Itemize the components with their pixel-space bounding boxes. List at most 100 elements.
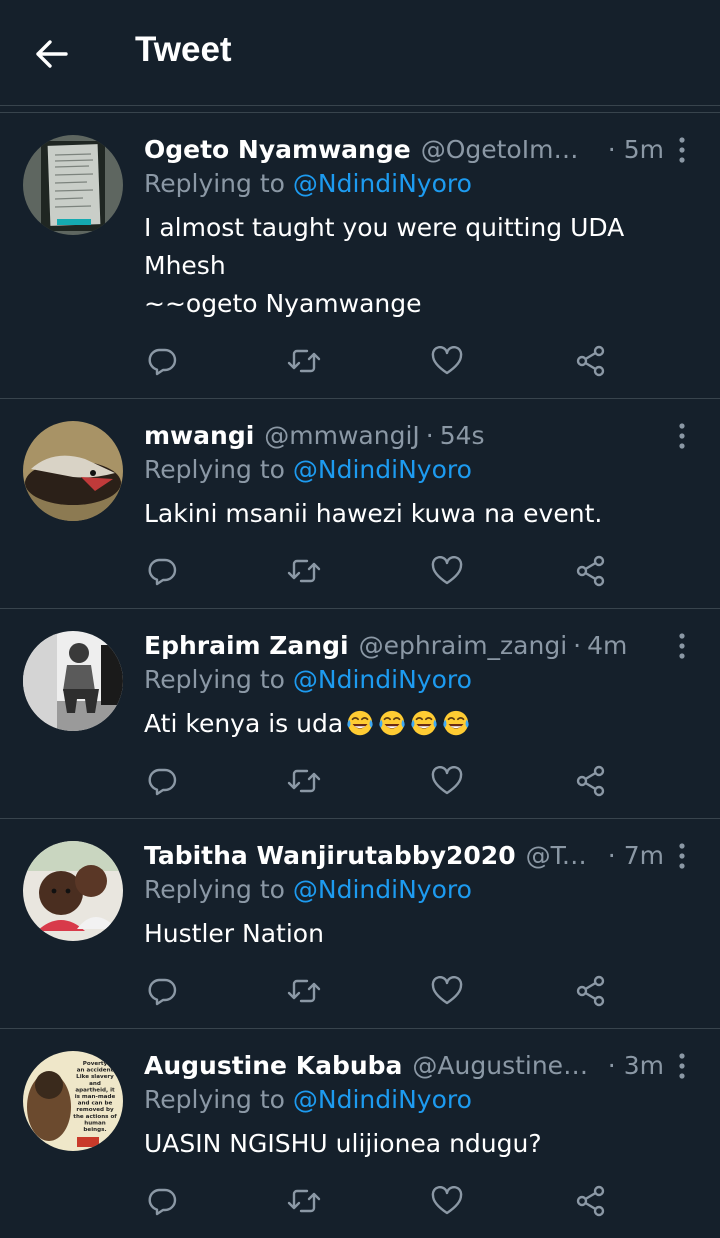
user-handle[interactable]: @Tab... — [526, 841, 598, 870]
user-handle[interactable]: @AugustineK... — [412, 1051, 597, 1080]
avatar[interactable] — [23, 135, 123, 235]
tweet-header: mwangi @mmwangiJ · 54s — [144, 417, 664, 453]
page-title: Tweet — [135, 30, 232, 69]
tweet-header: Ogeto Nyamwange @OgetoImma... · 5m — [144, 131, 664, 167]
retweet-icon — [287, 1189, 321, 1213]
tweet-header: Tabitha Wanjirutabby2020 @Tab... · 7m — [144, 837, 664, 873]
replying-to-label: Replying to — [144, 665, 293, 694]
more-options-icon[interactable] — [674, 1051, 690, 1081]
timestamp[interactable]: 3m — [624, 1051, 664, 1080]
share-button[interactable] — [571, 551, 611, 591]
avatar-caption-line: the actions of — [73, 1114, 117, 1120]
avatar[interactable] — [23, 841, 123, 941]
avatar-caption-line: an accident — [77, 1068, 114, 1074]
retweet-icon — [287, 559, 321, 583]
tweet-actions — [0, 971, 720, 1011]
timestamp[interactable]: 54s — [440, 421, 485, 450]
more-options-icon[interactable] — [674, 421, 690, 451]
reply-button[interactable] — [142, 1181, 182, 1221]
retweet-icon — [287, 979, 321, 1003]
user-name[interactable]: Augustine Kabuba — [144, 1051, 402, 1080]
timestamp[interactable]: 7m — [624, 841, 664, 870]
like-icon — [431, 766, 463, 795]
retweet-icon — [287, 349, 321, 373]
user-name[interactable]: mwangi — [144, 421, 254, 450]
tweet-actions — [0, 341, 720, 381]
like-button[interactable] — [427, 341, 467, 381]
separator-dot: · — [607, 134, 616, 164]
avatar[interactable]: Poverty an accident Like slavery and aparthe… — [23, 1051, 123, 1151]
tweet-text: Lakini msanii hawezi kuwa na event. — [144, 499, 603, 528]
tweet-item[interactable]: Ephraim Zangi @ephraim_zangi · 4m Replyi… — [0, 608, 720, 818]
mention-link[interactable]: @NdindiNyoro — [293, 1085, 472, 1114]
reply-button[interactable] — [142, 761, 182, 801]
like-icon — [431, 346, 463, 375]
like-icon — [431, 1186, 463, 1215]
share-button[interactable] — [571, 341, 611, 381]
tweet-header: Ephraim Zangi @ephraim_zangi · 4m — [144, 627, 664, 663]
tweet-text: Ati kenya is uda — [144, 705, 664, 743]
more-options-icon[interactable] — [674, 135, 690, 165]
share-icon — [576, 1185, 605, 1217]
avatar-caption-line: is man-made — [75, 1094, 116, 1100]
tweet-item[interactable]: Tabitha Wanjirutabby2020 @Tab... · 7m Re… — [0, 818, 720, 1028]
retweet-button[interactable] — [284, 551, 324, 591]
share-button[interactable] — [571, 1181, 611, 1221]
user-handle[interactable]: @OgetoImma... — [421, 135, 598, 164]
user-name[interactable]: Ogeto Nyamwange — [144, 135, 411, 164]
replying-to-label: Replying to — [144, 455, 293, 484]
back-button[interactable] — [32, 34, 72, 74]
more-options-icon[interactable] — [674, 631, 690, 661]
replying-to: Replying to @NdindiNyoro — [144, 875, 472, 904]
avatar-caption-line: apartheid, it — [75, 1087, 115, 1093]
like-button[interactable] — [427, 761, 467, 801]
replying-to: Replying to @NdindiNyoro — [144, 1085, 472, 1114]
avatar-caption-line: and — [89, 1081, 101, 1087]
tweet-actions — [0, 761, 720, 801]
more-options-icon[interactable] — [674, 841, 690, 871]
mention-link[interactable]: @NdindiNyoro — [293, 875, 472, 904]
mention-link[interactable]: @NdindiNyoro — [293, 455, 472, 484]
top-bar: Tweet — [0, 0, 720, 106]
user-name[interactable]: Ephraim Zangi — [144, 631, 349, 660]
avatar-caption-line: and can be — [78, 1101, 113, 1107]
replying-to-label: Replying to — [144, 875, 293, 904]
retweet-icon — [287, 769, 321, 793]
separator-dot: · — [425, 420, 434, 450]
reply-icon — [148, 1188, 177, 1216]
tweet-header: Augustine Kabuba @AugustineK... · 3m — [144, 1047, 664, 1083]
mention-link[interactable]: @NdindiNyoro — [293, 665, 472, 694]
timestamp[interactable]: 4m — [587, 631, 627, 660]
avatar[interactable] — [23, 421, 123, 521]
avatar-caption-line: Like slavery — [76, 1074, 114, 1080]
tweet-item[interactable]: Ogeto Nyamwange @OgetoImma... · 5m Reply… — [0, 112, 720, 398]
replying-to-label: Replying to — [144, 1085, 293, 1114]
tweet-item[interactable]: mwangi @mmwangiJ · 54s Replying to @Ndin… — [0, 398, 720, 608]
tears-of-joy-emoji-icon — [443, 710, 469, 736]
timestamp[interactable]: 5m — [624, 135, 664, 164]
share-icon — [576, 555, 605, 587]
user-name[interactable]: Tabitha Wanjirutabby2020 — [144, 841, 516, 870]
like-button[interactable] — [427, 971, 467, 1011]
retweet-button[interactable] — [284, 761, 324, 801]
share-button[interactable] — [571, 761, 611, 801]
replying-to: Replying to @NdindiNyoro — [144, 665, 472, 694]
mention-link[interactable]: @NdindiNyoro — [293, 169, 472, 198]
tweet-item[interactable]: Poverty an accident Like slavery and aparthe… — [0, 1028, 720, 1238]
avatar[interactable] — [23, 631, 123, 731]
retweet-button[interactable] — [284, 971, 324, 1011]
reply-button[interactable] — [142, 341, 182, 381]
user-handle[interactable]: @mmwangiJ — [264, 421, 420, 450]
arrow-left-icon — [36, 40, 68, 68]
like-button[interactable] — [427, 1181, 467, 1221]
like-button[interactable] — [427, 551, 467, 591]
avatar-caption-line: Poverty — [83, 1061, 108, 1067]
user-handle[interactable]: @ephraim_zangi — [359, 631, 568, 660]
retweet-button[interactable] — [284, 341, 324, 381]
reply-button[interactable] — [142, 551, 182, 591]
emoji-group — [343, 709, 471, 738]
replying-to: Replying to @NdindiNyoro — [144, 455, 472, 484]
reply-button[interactable] — [142, 971, 182, 1011]
retweet-button[interactable] — [284, 1181, 324, 1221]
share-button[interactable] — [571, 971, 611, 1011]
